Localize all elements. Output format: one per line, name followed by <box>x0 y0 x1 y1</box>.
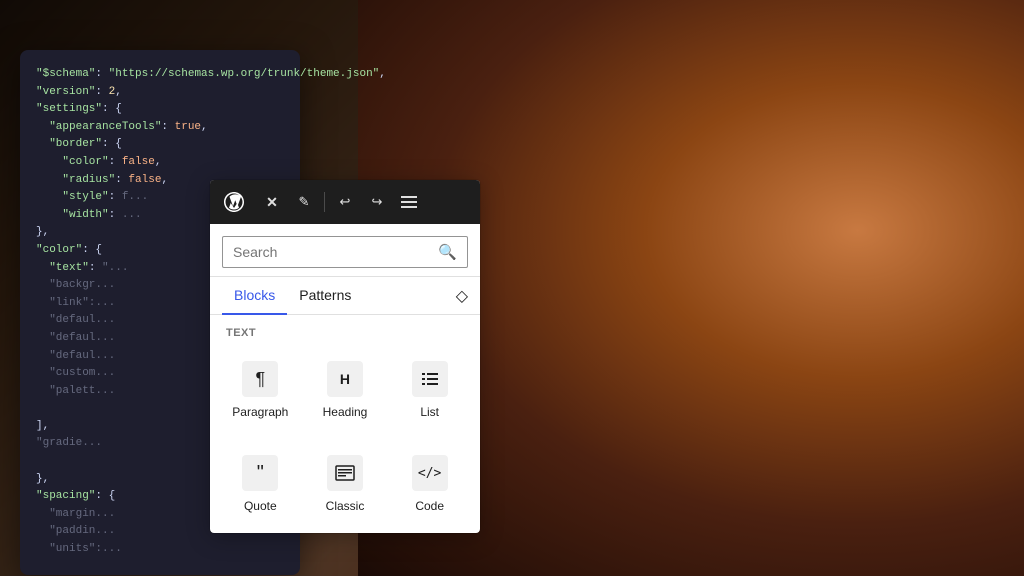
wordpress-icon <box>222 190 246 214</box>
block-item-classic[interactable]: Classic <box>303 443 388 521</box>
block-item-list[interactable]: List <box>387 349 472 427</box>
search-input[interactable] <box>233 244 438 260</box>
redo-button[interactable]: ↪ <box>363 188 391 216</box>
blocks-grid-row2: " Quote Classic </> Code <box>210 439 480 533</box>
block-item-code[interactable]: </> Code <box>387 443 472 521</box>
search-area: 🔍 <box>210 224 480 277</box>
search-wrapper: 🔍 <box>222 236 468 268</box>
heading-icon: H <box>327 361 363 397</box>
quote-icon: " <box>242 455 278 491</box>
list-icon <box>412 361 448 397</box>
undo-button[interactable]: ↩ <box>331 188 359 216</box>
close-button[interactable]: ✕ <box>258 188 286 216</box>
paragraph-icon: ¶ <box>242 361 278 397</box>
list-view-button[interactable] <box>395 188 423 216</box>
wp-toolbar: ✕ ✎ ↩ ↪ <box>210 180 480 224</box>
list-label: List <box>420 405 439 419</box>
search-icon: 🔍 <box>438 243 457 261</box>
media-icon[interactable]: ◇ <box>444 278 468 314</box>
block-item-paragraph[interactable]: ¶ Paragraph <box>218 349 303 427</box>
toolbar-separator <box>324 192 325 212</box>
classic-label: Classic <box>326 499 365 513</box>
paragraph-label: Paragraph <box>232 405 288 419</box>
tab-blocks[interactable]: Blocks <box>222 277 287 315</box>
pencil-button[interactable]: ✎ <box>290 188 318 216</box>
quote-label: Quote <box>244 499 277 513</box>
section-label-text: TEXT <box>210 315 480 345</box>
wp-logo <box>218 186 250 218</box>
block-item-quote[interactable]: " Quote <box>218 443 303 521</box>
panel-body: 🔍 Blocks Patterns ◇ TEXT ¶ Paragraph H H… <box>210 224 480 533</box>
code-label: Code <box>415 499 444 513</box>
blocks-grid-row1: ¶ Paragraph H Heading <box>210 345 480 439</box>
tab-patterns[interactable]: Patterns <box>287 277 363 315</box>
tabs-row: Blocks Patterns ◇ <box>210 277 480 315</box>
code-icon: </> <box>412 455 448 491</box>
block-item-heading[interactable]: H Heading <box>303 349 388 427</box>
heading-label: Heading <box>323 405 368 419</box>
classic-icon <box>327 455 363 491</box>
wp-block-inserter-panel: ✕ ✎ ↩ ↪ 🔍 Blocks Patterns ◇ TEXT <box>210 180 480 533</box>
